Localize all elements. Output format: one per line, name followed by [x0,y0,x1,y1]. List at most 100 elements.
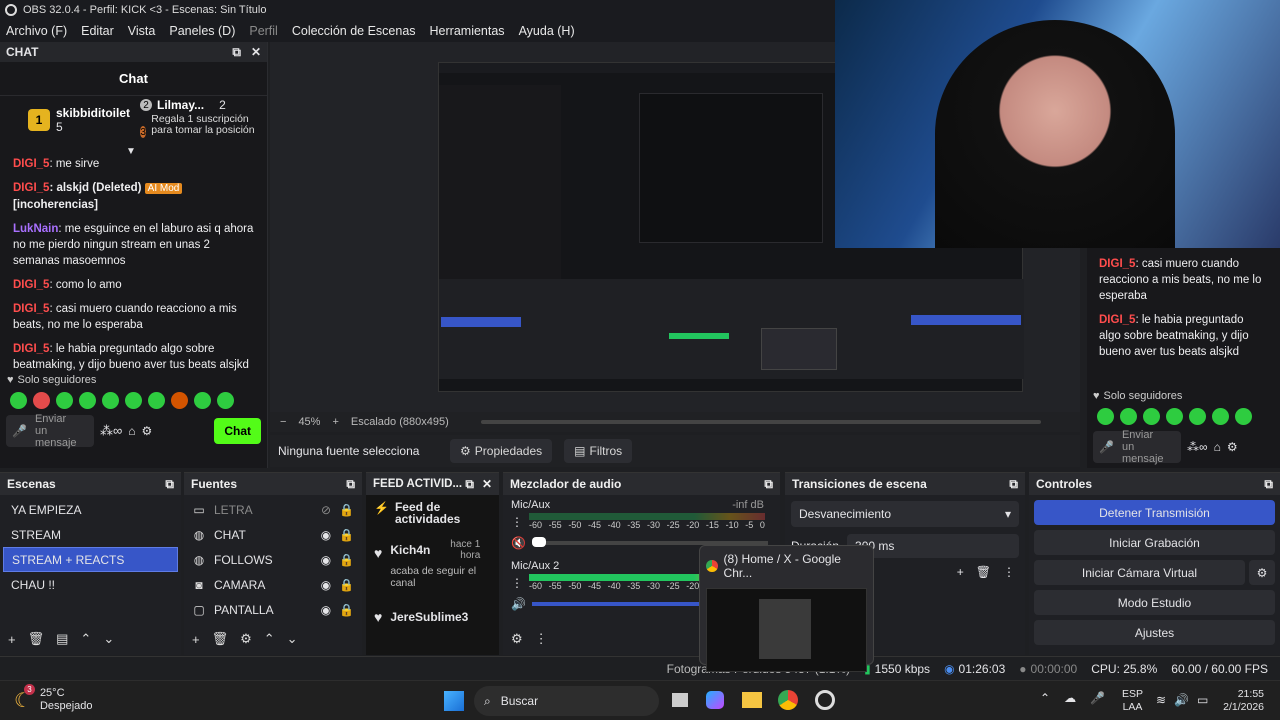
chat-input[interactable]: 🎤 Enviar un mensaje [1093,429,1181,465]
emote-icon[interactable] [56,392,73,409]
menu-editar[interactable]: Editar [77,24,118,38]
store-icon[interactable]: ⌂ [128,424,135,438]
float-icon[interactable]: ⧉ [165,477,174,492]
float-icon[interactable]: ⧉ [764,477,773,492]
people-icon[interactable]: ⁂∞ [100,423,122,439]
menu-coleccion[interactable]: Colección de Escenas [288,24,420,38]
speaker-icon[interactable]: 🔊 [511,597,526,611]
chevron-up-icon[interactable]: ⌃ [1040,691,1050,705]
emote-icon[interactable] [1097,408,1114,425]
copilot-icon[interactable] [706,691,724,709]
feed-item[interactable]: ♥ Kich4n hace 1 hora acaba de seguir el c… [366,531,499,597]
channel-menu-icon[interactable]: ⋮ [511,576,523,590]
source-item[interactable]: ◍ CHAT ◉ 🔒 [184,522,362,547]
start-virtual-camera-button[interactable]: Iniciar Cámara Virtual [1034,560,1245,585]
close-icon[interactable]: ✕ [482,477,492,492]
eye-icon[interactable]: ◉ [321,553,331,567]
battery-icon[interactable]: ▭ [1197,693,1208,707]
emote-icon[interactable] [125,392,142,409]
mic-icon[interactable]: 🎤 [12,424,27,438]
menu-icon[interactable]: ⋮ [1003,565,1015,579]
eye-icon[interactable]: ◉ [321,578,331,592]
scene-item[interactable]: STREAM [3,522,178,547]
source-item[interactable]: ◍ FOLLOWS ◉ 🔒 [184,547,362,572]
gear-icon[interactable]: ⚙ [511,631,523,647]
chevron-up-icon[interactable]: ⌃ [264,631,275,647]
emote-icon[interactable] [1143,408,1160,425]
eye-off-icon[interactable]: ⊘ [321,503,331,517]
source-item[interactable]: ▢ PANTALLA ◉ 🔒 [184,597,362,622]
lock-icon[interactable]: 🔒 [339,503,354,517]
feed-item[interactable]: ♥ JereSublime3 [366,601,499,633]
gear-icon[interactable]: ⚙ [1227,440,1238,454]
trash-icon[interactable]: 🗑 [212,631,229,647]
language-indicator[interactable]: ESP LAA [1122,688,1143,714]
float-icon[interactable]: ⧉ [232,45,241,60]
zoom-in-button[interactable]: + [332,416,338,428]
store-icon[interactable]: ⌂ [1214,440,1221,454]
filter-icon[interactable]: ▤ [56,631,68,647]
mic-icon[interactable]: 🎤 [1099,440,1114,454]
emote-icon[interactable] [1235,408,1252,425]
scene-item[interactable]: STREAM + REACTS [3,547,178,572]
horizontal-scrollbar[interactable] [480,420,1041,424]
zoom-out-button[interactable]: − [280,416,286,428]
settings-button[interactable]: Ajustes [1034,620,1275,645]
lock-icon[interactable]: 🔒 [339,578,354,592]
scene-item[interactable]: YA EMPIEZA [3,497,178,522]
emote-icon[interactable] [1120,408,1137,425]
close-icon[interactable]: ✕ [251,45,261,60]
menu-archivo[interactable]: Archivo (F) [2,24,71,38]
taskbar-search[interactable]: ⌕ Buscar [474,686,659,716]
task-view-icon[interactable] [672,693,688,707]
start-recording-button[interactable]: Iniciar Grabación [1034,530,1275,555]
emote-icon[interactable] [194,392,211,409]
collapse-icon[interactable]: ▼ [126,146,136,157]
add-icon[interactable]: + [957,565,964,579]
emote-icon[interactable] [1166,408,1183,425]
virtual-camera-settings-icon[interactable]: ⚙ [1249,560,1275,585]
wifi-icon[interactable]: ≋ [1156,693,1166,707]
trash-icon[interactable]: 🗑 [976,565,991,579]
clock[interactable]: 21:55 2/1/2026 [1210,688,1264,714]
studio-mode-button[interactable]: Modo Estudio [1034,590,1275,615]
menu-herramientas[interactable]: Herramientas [426,24,509,38]
float-icon[interactable]: ⧉ [346,477,355,492]
menu-vista[interactable]: Vista [124,24,160,38]
people-icon[interactable]: ⁂∞ [1187,440,1208,454]
menu-paneles[interactable]: Paneles (D) [165,24,239,38]
emote-icon[interactable] [102,392,119,409]
gear-icon[interactable]: ⚙ [142,424,153,438]
transition-select[interactable]: Desvanecimiento ▾ [791,501,1019,527]
chevron-down-icon[interactable]: ⌄ [287,631,298,647]
emote-icon[interactable] [79,392,96,409]
lock-icon[interactable]: 🔒 [339,603,354,617]
emote-icon[interactable] [171,392,188,409]
channel-menu-icon[interactable]: ⋮ [511,515,523,529]
float-icon[interactable]: ⧉ [1009,477,1018,492]
emote-icon[interactable] [33,392,50,409]
emote-icon[interactable] [217,392,234,409]
stop-streaming-button[interactable]: Detener Transmisión [1034,500,1275,525]
chrome-icon[interactable] [778,690,798,710]
source-item[interactable]: ▭ LETRA ⊘ 🔒 [184,497,362,522]
float-icon[interactable]: ⧉ [465,477,474,492]
source-item[interactable]: ◙ CAMARA ◉ 🔒 [184,572,362,597]
chevron-up-icon[interactable]: ⌃ [80,631,91,647]
weather-widget[interactable]: ☾ 3 25°C Despejado [14,683,93,713]
mute-icon[interactable]: 🔇 [511,536,526,550]
eye-icon[interactable]: ◉ [321,528,331,542]
properties-button[interactable]: ⚙ Propiedades [450,439,553,463]
volume-icon[interactable]: 🔊 [1174,693,1189,707]
chevron-down-icon[interactable]: ⌄ [103,631,114,647]
emote-icon[interactable] [1189,408,1206,425]
emote-icon[interactable] [1212,408,1229,425]
add-icon[interactable]: + [8,632,16,647]
menu-perfil[interactable]: Perfil [245,24,281,38]
trash-icon[interactable]: 🗑 [28,631,45,647]
cloud-icon[interactable]: ☁ [1064,691,1076,705]
lock-icon[interactable]: 🔒 [339,528,354,542]
menu-ayuda[interactable]: Ayuda (H) [515,24,579,38]
gear-icon[interactable]: ⚙ [240,631,252,647]
chat-input[interactable]: 🎤 Enviar un mensaje [6,413,94,449]
